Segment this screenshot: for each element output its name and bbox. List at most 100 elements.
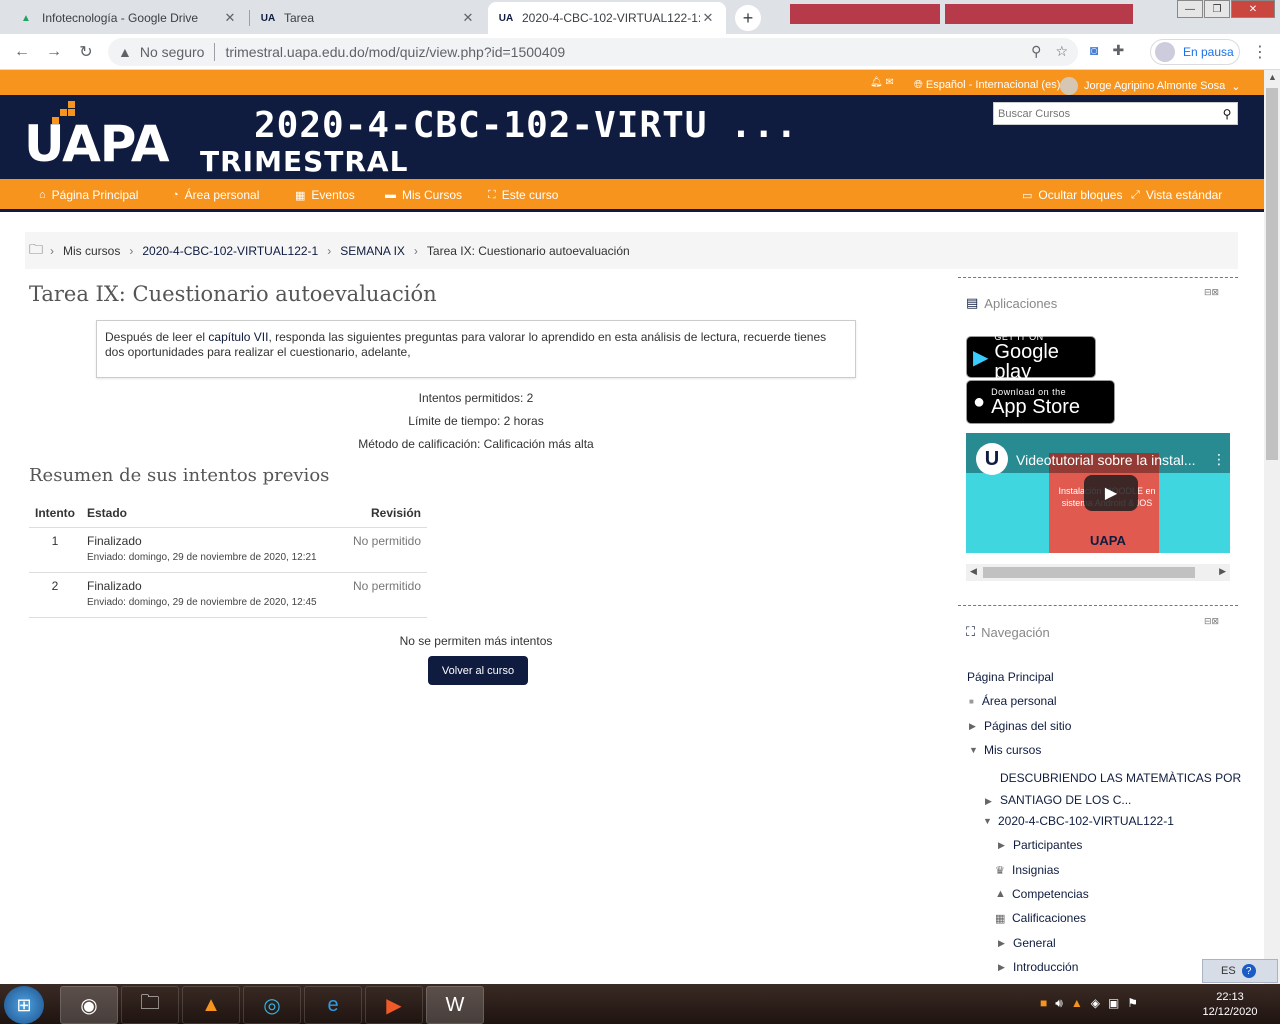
nav-participants[interactable]: ▶ Participantes bbox=[998, 838, 1082, 852]
windows-start-icon[interactable]: ⊞ bbox=[4, 986, 44, 1024]
restore-icon[interactable]: ❐ bbox=[1204, 0, 1230, 18]
scrollbar-thumb[interactable] bbox=[983, 567, 1195, 578]
nav-my-courses-node[interactable]: ▼ Mis cursos bbox=[969, 743, 1041, 757]
expand-icon: ⤢ bbox=[1131, 188, 1140, 201]
extensions: ◙ ✚ bbox=[1090, 42, 1124, 59]
course-search: ⚲ bbox=[993, 102, 1238, 125]
search-icon[interactable]: ⚲ bbox=[1217, 107, 1237, 121]
nav-grades[interactable]: ▦ Calificaciones bbox=[995, 911, 1086, 925]
nav-badges[interactable]: ♛ Insignias bbox=[995, 863, 1059, 877]
grading-method: Método de calificación: Calificación más… bbox=[358, 437, 594, 451]
video-title: Videotutorial sobre la instal... bbox=[1016, 452, 1196, 468]
nav-my-courses[interactable]: ▬ Mis Cursos bbox=[385, 188, 462, 202]
nav-dashboard[interactable]: ◔ Área personal bbox=[172, 188, 259, 202]
video-menu-icon[interactable]: ⋮ bbox=[1212, 451, 1226, 468]
bookmark-star-icon[interactable]: ☆ bbox=[1055, 43, 1068, 60]
breadcrumb-course[interactable]: 2020-4-CBC-102-VIRTUAL122-1 bbox=[142, 244, 318, 258]
block-controls[interactable]: ⊟⊠ bbox=[1204, 287, 1270, 298]
notification-bell-icon[interactable]: 🔔︎ ✉︎ bbox=[870, 77, 894, 88]
tab-active-quiz[interactable]: UA 2020-4-CBC-102-VIRTUAL122-1: ✕ bbox=[488, 2, 726, 34]
help-icon[interactable]: ? bbox=[1241, 964, 1256, 978]
word-taskbar-icon[interactable]: W bbox=[426, 986, 484, 1024]
minimize-icon[interactable]: — bbox=[1177, 0, 1203, 18]
nav-competencies[interactable]: ▲ Competencias bbox=[995, 887, 1089, 901]
avast-tray-icon[interactable]: ▲ bbox=[1071, 996, 1083, 1011]
folder-icon: 🗀︎ bbox=[29, 240, 43, 257]
nav-dashboard-link[interactable]: ■ Área personal bbox=[969, 694, 1057, 708]
nav-events[interactable]: ▦ Eventos bbox=[295, 188, 355, 202]
zoom-icon[interactable]: ⚲ bbox=[1031, 43, 1041, 60]
chapter-link[interactable]: capítulo VII bbox=[208, 330, 268, 344]
apps-block-divider bbox=[958, 277, 1238, 278]
display-icon[interactable]: ▣ bbox=[1108, 996, 1119, 1011]
hide-blocks-button[interactable]: ▭ Ocultar bloques bbox=[1022, 188, 1122, 202]
tab-google-drive[interactable]: ▲ Infotecnología - Google Drive ✕ bbox=[8, 2, 248, 34]
back-arrow-icon[interactable]: ← bbox=[10, 40, 34, 64]
home-icon: ⌂ bbox=[39, 189, 46, 201]
file-explorer-taskbar-icon[interactable]: 🗀︎ bbox=[121, 986, 179, 1024]
search-input[interactable] bbox=[994, 103, 1217, 124]
breadcrumb-week[interactable]: SEMANA IX bbox=[340, 244, 405, 258]
google-play-button[interactable]: ▶ GET IT ON Google play bbox=[966, 332, 1096, 382]
standard-view-button[interactable]: ⤢ Vista estándar bbox=[1131, 188, 1222, 202]
extension-icon[interactable]: ◙ bbox=[1090, 42, 1098, 59]
nav-this-course[interactable]: ⛶ Este curso bbox=[488, 188, 558, 202]
block-controls[interactable]: ⊟⊠ bbox=[1204, 616, 1270, 627]
vertical-scrollbar[interactable]: ▲ bbox=[1264, 70, 1280, 984]
attempt-number: 1 bbox=[29, 527, 81, 573]
puzzle-icon[interactable]: ✚ bbox=[1112, 42, 1124, 59]
caret-right-icon: ▶ bbox=[985, 795, 992, 806]
nav-site-pages[interactable]: ▶ Páginas del sitio bbox=[969, 719, 1071, 733]
edge-taskbar-icon[interactable]: ◎ bbox=[243, 986, 301, 1024]
bullet-icon: ■ bbox=[969, 696, 974, 706]
attempt-review: No permitido bbox=[340, 572, 427, 618]
nav-introduction[interactable]: ▶ Introducción bbox=[998, 960, 1078, 974]
network-icon[interactable]: ◈ bbox=[1091, 996, 1100, 1011]
caret-down-icon: ▼ bbox=[983, 816, 992, 826]
system-clock[interactable]: 22:13 12/12/2020 bbox=[1190, 990, 1270, 1020]
window-close-icon[interactable]: ✕ bbox=[1231, 0, 1275, 18]
close-icon[interactable]: ✕ bbox=[222, 10, 238, 26]
profile-paused-button[interactable]: En pausa bbox=[1150, 39, 1240, 65]
tab-tarea[interactable]: UA Tarea ✕ bbox=[250, 2, 486, 34]
chrome-taskbar-icon[interactable]: ◉ bbox=[60, 986, 118, 1024]
table-header-row: Intento Estado Revisión bbox=[29, 500, 427, 528]
flag-icon[interactable]: ⚑ bbox=[1127, 996, 1138, 1011]
forward-arrow-icon[interactable]: → bbox=[42, 40, 66, 64]
url-omnibox[interactable]: ▲ No seguro trimestral.uapa.edu.do/mod/q… bbox=[108, 38, 1078, 66]
back-to-course-button[interactable]: Volver al curso bbox=[428, 656, 528, 685]
attempt-sent: Enviado: domingo, 29 de noviembre de 202… bbox=[87, 596, 317, 608]
page-title: Tarea IX: Cuestionario autoevaluación bbox=[29, 282, 437, 306]
scrollbar-thumb[interactable] bbox=[1266, 88, 1278, 460]
scroll-right-icon[interactable]: ▶ bbox=[1219, 566, 1226, 577]
dashboard-icon: ◔ bbox=[172, 189, 179, 201]
site-logo[interactable]: UAPA bbox=[24, 115, 170, 173]
volume-icon[interactable]: 🔊︎ bbox=[1055, 996, 1063, 1011]
app-store-button[interactable]: ● Download on the App Store bbox=[966, 380, 1115, 424]
reload-icon[interactable]: ↻ bbox=[74, 40, 98, 64]
user-menu[interactable]: Jorge Agripino Almonte Sosa ⌄ bbox=[1060, 77, 1240, 95]
language-selector[interactable]: 🌐︎ Español - Internacional (es) bbox=[914, 79, 1060, 92]
media-player-taskbar-icon[interactable]: ▶ bbox=[365, 986, 423, 1024]
video-tutorial-embed[interactable]: U Videotutorial sobre la instal... ⋮ Ins… bbox=[966, 433, 1230, 553]
kebab-menu-icon[interactable]: ⋮ bbox=[1252, 42, 1268, 62]
scroll-left-icon[interactable]: ◀ bbox=[970, 566, 977, 577]
new-tab-button[interactable]: + bbox=[735, 5, 761, 31]
scroll-up-icon[interactable]: ▲ bbox=[1268, 72, 1277, 82]
warning-icon: ▲ bbox=[118, 44, 132, 60]
nav-home-link[interactable]: Página Principal bbox=[967, 670, 1054, 684]
horizontal-scrollbar[interactable]: ◀ ▶ bbox=[966, 564, 1230, 581]
internet-explorer-taskbar-icon[interactable]: e bbox=[304, 986, 362, 1024]
avast-taskbar-icon[interactable]: ▲ bbox=[182, 986, 240, 1024]
breadcrumb-my-courses[interactable]: Mis cursos bbox=[63, 244, 120, 258]
nav-general[interactable]: ▶ General bbox=[998, 936, 1056, 950]
nav-home[interactable]: ⌂ Página Principal bbox=[39, 188, 138, 202]
breadcrumb-current: Tarea IX: Cuestionario autoevaluación bbox=[426, 243, 630, 258]
close-icon[interactable]: ✕ bbox=[460, 10, 476, 26]
tray-app-icon[interactable]: ■ bbox=[1040, 996, 1047, 1011]
play-icon[interactable]: ▶ bbox=[1084, 475, 1138, 511]
nav-course-descubriendo[interactable]: ▶ DESCUBRIENDO LAS MATEMÀTICAS POR SANTIA… bbox=[985, 767, 1241, 811]
nav-course-current[interactable]: ▼ 2020-4-CBC-102-VIRTUAL122-1 bbox=[983, 814, 1174, 828]
language-bar[interactable]: ES ? bbox=[1202, 959, 1278, 983]
close-icon[interactable]: ✕ bbox=[700, 10, 716, 26]
